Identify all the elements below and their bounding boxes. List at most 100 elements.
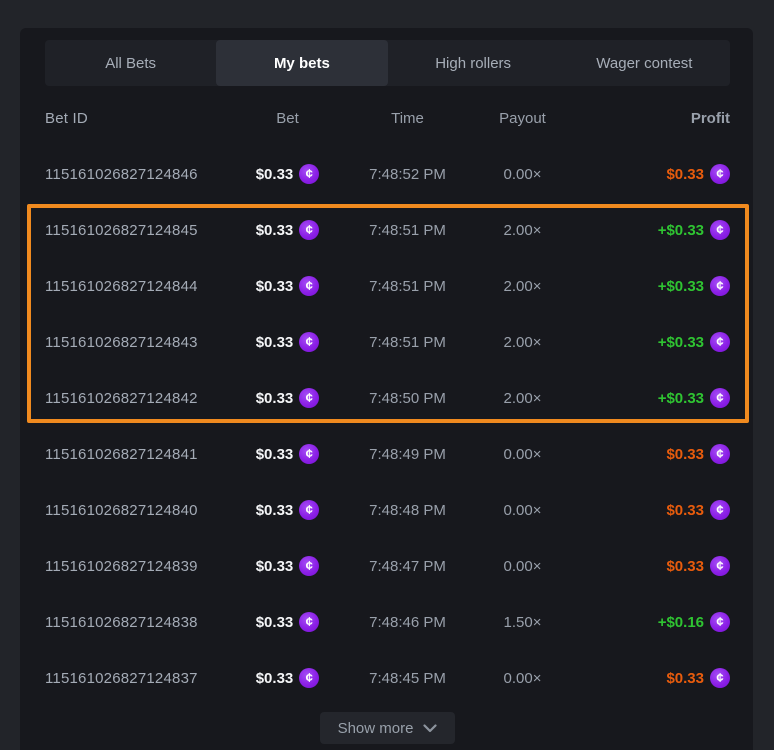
show-more-label: Show more [338,720,414,737]
profit-cell: $0.33 ¢ [666,444,730,464]
profit-amount: $0.33 [666,446,704,463]
bet-amount: $0.33 [256,558,294,575]
profit-cell: +$0.33 ¢ [658,220,730,240]
payout-multiplier-cell: 2.00× [504,334,542,351]
profit-amount: $0.33 [666,166,704,183]
bet-amount: $0.33 [256,614,294,631]
coin-icon: ¢ [710,612,730,632]
table-row[interactable]: 115161026827124840 $0.33 ¢ 7:48:48 PM 0.… [45,482,730,538]
bet-amount: $0.33 [256,446,294,463]
bet-amount: $0.33 [256,278,294,295]
bet-time-cell: 7:48:48 PM [369,502,446,519]
tab-my-bets[interactable]: My bets [216,40,387,86]
table-row[interactable]: 115161026827124843 $0.33 ¢ 7:48:51 PM 2.… [45,314,730,370]
coin-icon: ¢ [710,388,730,408]
bet-time-cell: 7:48:51 PM [369,278,446,295]
profit-amount: +$0.16 [658,614,704,631]
bet-time-cell: 7:48:45 PM [369,670,446,687]
payout-multiplier-cell: 0.00× [504,670,542,687]
coin-icon: ¢ [299,444,319,464]
bet-amount-cell: $0.33 ¢ [256,668,320,688]
bet-id-cell: 115161026827124839 [45,558,235,575]
profit-amount: $0.33 [666,670,704,687]
bet-id-cell: 115161026827124845 [45,222,235,239]
payout-multiplier-cell: 1.50× [504,614,542,631]
show-more-container: Show more [45,712,730,744]
profit-amount: +$0.33 [658,278,704,295]
table-row[interactable]: 115161026827124842 $0.33 ¢ 7:48:50 PM 2.… [45,370,730,426]
coin-icon: ¢ [710,556,730,576]
bet-id-cell: 115161026827124842 [45,390,235,407]
profit-cell: $0.33 ¢ [666,668,730,688]
tab-label: Wager contest [596,55,692,72]
show-more-button[interactable]: Show more [320,712,456,744]
tab-all-bets[interactable]: All Bets [45,40,216,86]
chevron-down-icon [423,724,437,733]
coin-icon: ¢ [299,668,319,688]
bet-id-cell: 115161026827124846 [45,166,235,183]
column-header: Payout [499,110,546,127]
bet-amount: $0.33 [256,502,294,519]
coin-icon: ¢ [299,556,319,576]
payout-multiplier-cell: 2.00× [504,278,542,295]
bet-time-cell: 7:48:49 PM [369,446,446,463]
table-row[interactable]: 115161026827124837 $0.33 ¢ 7:48:45 PM 0.… [45,650,730,706]
table-row[interactable]: 115161026827124838 $0.33 ¢ 7:48:46 PM 1.… [45,594,730,650]
bet-time-cell: 7:48:51 PM [369,222,446,239]
bets-tab-bar: All Bets My bets High rollers Wager cont… [45,40,730,86]
coin-icon: ¢ [299,612,319,632]
table-row[interactable]: 115161026827124846 $0.33 ¢ 7:48:52 PM 0.… [45,146,730,202]
table-header-row: Bet ID Bet Time Payout Profit [45,86,730,146]
column-header: Bet [276,110,299,127]
profit-cell: +$0.16 ¢ [658,612,730,632]
bets-table-body: 115161026827124846 $0.33 ¢ 7:48:52 PM 0.… [45,146,730,706]
bet-amount: $0.33 [256,390,294,407]
table-row[interactable]: 115161026827124845 $0.33 ¢ 7:48:51 PM 2.… [45,202,730,258]
coin-icon: ¢ [710,332,730,352]
bet-time-cell: 7:48:46 PM [369,614,446,631]
bet-amount: $0.33 [256,222,294,239]
coin-icon: ¢ [299,164,319,184]
bet-amount-cell: $0.33 ¢ [256,332,320,352]
table-row[interactable]: 115161026827124844 $0.33 ¢ 7:48:51 PM 2.… [45,258,730,314]
tab-wager-contest[interactable]: Wager contest [559,40,730,86]
coin-icon: ¢ [710,500,730,520]
coin-icon: ¢ [710,668,730,688]
payout-multiplier-cell: 0.00× [504,446,542,463]
bet-time-cell: 7:48:50 PM [369,390,446,407]
profit-cell: +$0.33 ¢ [658,388,730,408]
profit-amount: $0.33 [666,558,704,575]
coin-icon: ¢ [299,500,319,520]
profit-cell: +$0.33 ¢ [658,332,730,352]
payout-multiplier-cell: 2.00× [504,222,542,239]
table-row[interactable]: 115161026827124841 $0.33 ¢ 7:48:49 PM 0.… [45,426,730,482]
coin-icon: ¢ [299,276,319,296]
bet-time-cell: 7:48:47 PM [369,558,446,575]
tab-high-rollers[interactable]: High rollers [388,40,559,86]
profit-amount: +$0.33 [658,390,704,407]
profit-amount: $0.33 [666,502,704,519]
tab-label: All Bets [105,55,156,72]
bet-amount-cell: $0.33 ¢ [256,500,320,520]
payout-multiplier-cell: 0.00× [504,502,542,519]
table-row[interactable]: 115161026827124839 $0.33 ¢ 7:48:47 PM 0.… [45,538,730,594]
bet-id-cell: 115161026827124838 [45,614,235,631]
bet-amount: $0.33 [256,334,294,351]
bet-amount-cell: $0.33 ¢ [256,556,320,576]
bet-amount: $0.33 [256,166,294,183]
coin-icon: ¢ [299,220,319,240]
tab-label: My bets [274,55,330,72]
profit-amount: +$0.33 [658,222,704,239]
profit-cell: $0.33 ¢ [666,164,730,184]
payout-multiplier-cell: 0.00× [504,558,542,575]
column-header: Bet ID [45,110,235,127]
coin-icon: ¢ [299,388,319,408]
bet-amount-cell: $0.33 ¢ [256,276,320,296]
bet-time-cell: 7:48:52 PM [369,166,446,183]
profit-cell: +$0.33 ¢ [658,276,730,296]
bet-id-cell: 115161026827124837 [45,670,235,687]
bets-panel: All Bets My bets High rollers Wager cont… [20,28,753,750]
coin-icon: ¢ [710,444,730,464]
payout-multiplier-cell: 2.00× [504,390,542,407]
profit-amount: +$0.33 [658,334,704,351]
